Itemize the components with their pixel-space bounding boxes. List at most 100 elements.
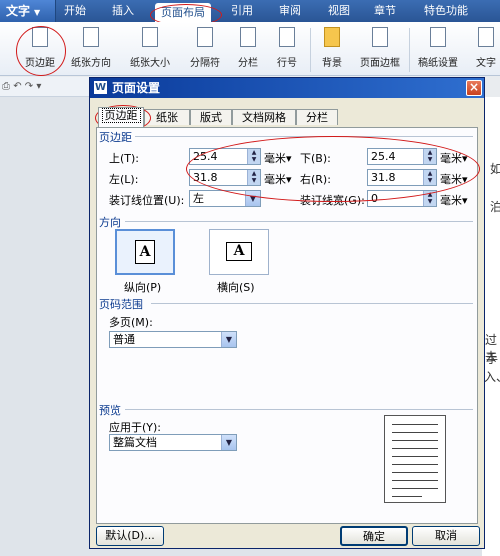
chevron-down-icon[interactable]: ▾ <box>36 81 41 92</box>
text-direction-label: 文字 <box>476 58 496 69</box>
apply-to-label: 应用于(Y): <box>109 421 162 434</box>
preview-line <box>392 480 438 481</box>
tab-margins-label: 页边距 <box>101 108 141 123</box>
tab-columns[interactable]: 分栏 <box>296 109 338 125</box>
columns-icon <box>240 27 256 47</box>
tab-layout[interactable]: 版式 <box>190 109 232 125</box>
landscape-option[interactable]: A <box>209 229 269 275</box>
tab-view[interactable]: 视图 <box>328 0 350 22</box>
multi-page-value: 普通 <box>113 333 135 346</box>
app-icon: W <box>94 81 107 94</box>
tab-home[interactable]: 开始 <box>64 0 86 22</box>
tab-references[interactable]: 引用 <box>231 0 253 22</box>
background-label: 背景 <box>322 58 342 69</box>
doc-text: 如 <box>490 162 500 176</box>
print-preview-icon[interactable]: ⎙ <box>2 81 10 92</box>
background-button[interactable]: 背景 <box>315 22 349 76</box>
paper-size-button[interactable]: 纸张大小 <box>124 22 176 76</box>
preview-line <box>392 464 438 465</box>
columns-label: 分栏 <box>238 58 258 69</box>
ribbon-divider <box>409 28 410 72</box>
chevron-down-icon[interactable]: ▼ <box>221 435 236 450</box>
separator-icon <box>197 27 213 47</box>
doc-text: 入、 <box>484 370 500 384</box>
menu-bar: 文字 ▼ 开始 插入 页面布局 引用 审阅 视图 章节 特色功能 <box>0 0 500 22</box>
orientation-label: 纸张方向 <box>71 58 111 69</box>
paper-size-label: 纸张大小 <box>130 58 170 69</box>
tab-chapter[interactable]: 章节 <box>374 0 396 22</box>
gutter-position-value: 左 <box>193 192 204 205</box>
manuscript-label: 稿纸设置 <box>418 58 458 69</box>
undo-icon[interactable]: ↶ <box>13 81 21 92</box>
chevron-down-icon: ▼ <box>34 8 41 17</box>
background-icon <box>324 27 340 47</box>
left-margin-label: 左(L): <box>109 173 139 186</box>
preview-line <box>392 456 438 457</box>
text-direction-button[interactable]: 文字 <box>472 22 500 76</box>
paper-size-icon <box>142 27 158 47</box>
preview-line <box>392 472 438 473</box>
orientation-section-title: 方向 <box>99 216 121 229</box>
preview-section-title: 预览 <box>99 404 121 417</box>
separator-button[interactable]: 分隔符 <box>183 22 227 76</box>
tab-insert[interactable]: 插入 <box>112 0 134 22</box>
apply-to-select[interactable]: 整篇文档 ▼ <box>109 434 237 451</box>
ribbon-divider <box>310 28 311 72</box>
redo-icon[interactable]: ↷ <box>25 81 33 92</box>
tab-review[interactable]: 审阅 <box>279 0 301 22</box>
apply-to-value: 整篇文档 <box>113 436 157 449</box>
tab-doc-grid[interactable]: 文档网格 <box>232 109 296 125</box>
multi-page-select[interactable]: 普通 ▼ <box>109 331 237 348</box>
app-menu-button[interactable]: 文字 ▼ <box>0 0 56 22</box>
section-divider <box>125 221 473 222</box>
text-direction-icon <box>478 27 494 47</box>
annotation-ellipse <box>186 136 480 202</box>
portrait-page-icon: A <box>135 240 155 264</box>
page-border-label: 页面边框 <box>360 58 400 69</box>
manuscript-icon <box>430 27 446 47</box>
line-numbers-icon <box>279 27 295 47</box>
portrait-label[interactable]: 纵向(P) <box>124 279 161 295</box>
page-preview <box>384 415 446 503</box>
line-numbers-button[interactable]: 行号 <box>270 22 304 76</box>
doc-text: 手 <box>486 352 499 366</box>
preview-line <box>392 440 438 441</box>
preview-line <box>392 448 438 449</box>
ok-button[interactable]: 确定 <box>340 526 408 546</box>
ribbon: 页边距 纸张方向 纸张大小 分隔符 分栏 行号 背景 页面边框 稿纸设置 文字 <box>0 22 500 76</box>
tab-special[interactable]: 特色功能 <box>424 0 468 22</box>
unit-text: 毫米 <box>440 194 462 207</box>
dialog-title: 页面设置 <box>112 81 161 95</box>
unit-label: 毫米▾ <box>440 194 468 207</box>
page-border-icon <box>372 27 388 47</box>
dialog-title-bar: W 页面设置 × <box>90 78 484 98</box>
orientation-button[interactable]: 纸张方向 <box>66 22 116 76</box>
doc-text: 泊 <box>490 200 500 214</box>
line-numbers-label: 行号 <box>277 58 297 69</box>
section-divider <box>151 303 473 304</box>
app-name: 文字 <box>6 4 31 18</box>
landscape-page-icon: A <box>226 242 252 261</box>
default-button[interactable]: 默认(D)... <box>96 526 164 546</box>
annotation-ellipse <box>16 26 66 76</box>
page-range-section-title: 页码范围 <box>99 298 143 311</box>
orientation-icon <box>83 27 99 47</box>
quick-access-toolbar: ⎙ ↶ ↷ ▾ <box>0 77 92 97</box>
section-divider <box>125 409 473 410</box>
preview-line <box>392 488 438 489</box>
chevron-down-icon[interactable]: ▼ <box>221 332 236 347</box>
cancel-button[interactable]: 取消 <box>412 526 480 546</box>
page-border-button[interactable]: 页面边框 <box>356 22 404 76</box>
preview-line <box>392 424 438 425</box>
preview-line <box>392 432 438 433</box>
landscape-label[interactable]: 横向(S) <box>217 279 255 295</box>
margins-section-title: 页边距 <box>99 131 132 144</box>
tab-margins[interactable]: 页边距 <box>98 107 144 127</box>
manuscript-button[interactable]: 稿纸设置 <box>414 22 462 76</box>
portrait-option[interactable]: A <box>115 229 175 275</box>
close-icon: × <box>468 80 480 94</box>
top-margin-label: 上(T): <box>109 152 140 165</box>
columns-button[interactable]: 分栏 <box>231 22 265 76</box>
multi-page-label: 多页(M): <box>109 316 153 329</box>
close-button[interactable]: × <box>466 80 482 96</box>
